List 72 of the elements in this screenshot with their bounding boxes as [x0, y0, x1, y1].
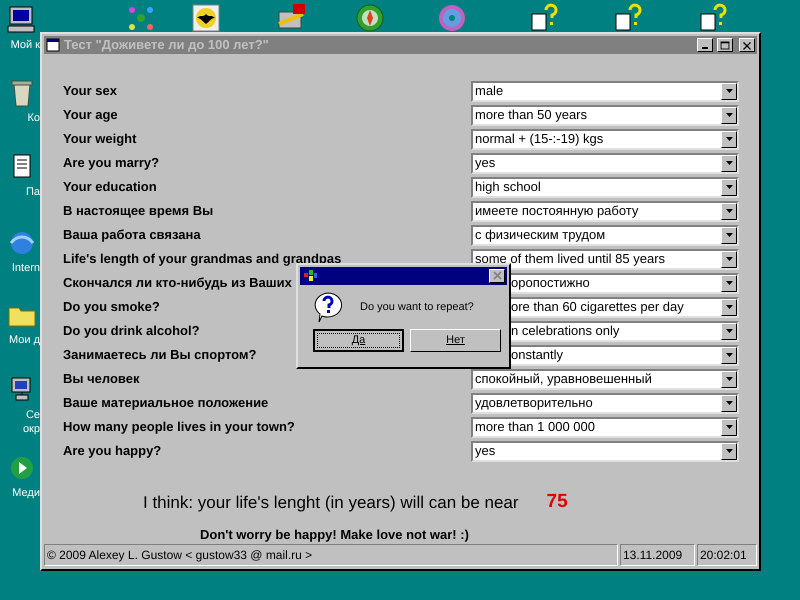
question-icon	[312, 291, 344, 323]
icon-label: Се окр	[22, 408, 40, 436]
icon-label: Ко	[26, 111, 40, 125]
dropdown[interactable]: спокойный, уравновешенный	[471, 368, 739, 390]
minimize-icon	[702, 47, 708, 49]
dropdown[interactable]: male	[471, 80, 739, 102]
dropdown[interactable]: yes	[471, 152, 739, 174]
dropdown-arrow-icon	[726, 113, 732, 117]
icon-label: Intern	[10, 261, 40, 275]
question-label: Скончался ли кто-нибудь из Ваших	[63, 274, 292, 292]
dropdown[interactable]: more than 50 years	[471, 104, 739, 126]
question-label: Are you marry?	[63, 154, 160, 172]
dropdown[interactable]: с физическим трудом	[471, 224, 739, 246]
question-label: Ваше материальное положение	[63, 394, 268, 412]
compass-icon[interactable]	[354, 2, 386, 32]
question-label: Your education	[63, 178, 157, 196]
question-label: Life's length of your grandmas and grandpas	[63, 250, 342, 268]
icon-label: Мои д	[8, 333, 40, 347]
question-label: How many people lives in your town?	[63, 418, 295, 436]
status-copyright: © 2009 Alexey L. Gustow < gustow33 @ mail.ru >	[44, 544, 618, 566]
dropdown[interactable]: имеете постоянную работу	[471, 200, 739, 222]
window-icon	[46, 38, 60, 52]
status-time: 20:02:01	[697, 544, 757, 566]
dropdown-arrow-icon	[726, 425, 732, 429]
dropdown[interactable]: high school	[471, 176, 739, 198]
result-text: I think: your life's lenght (in years) will can be near	[143, 492, 519, 514]
question-label: Вы человек	[63, 370, 140, 388]
dropdown[interactable]: some of them lived until 85 years	[471, 248, 739, 270]
app-icon	[302, 269, 318, 283]
status-date: 13.11.2009	[620, 544, 695, 566]
question-label: Занимаетесь ли Вы спортом?	[63, 346, 256, 364]
dropdown[interactable]: yes	[471, 440, 739, 462]
bat-stamp-icon[interactable]	[190, 2, 222, 32]
dialog-message: Do you want to repeat?	[360, 300, 474, 315]
question-label: Your age	[63, 106, 118, 124]
icon-label: Меди	[11, 486, 40, 500]
question-label: Your weight	[63, 130, 136, 148]
dropdown-arrow-icon	[726, 305, 732, 309]
icon-label: Па	[24, 185, 40, 199]
motto-text: Don't worry be happy! Make love not war! :)	[200, 526, 470, 544]
dropdown-arrow-icon	[726, 233, 732, 237]
question-label: Are you happy?	[63, 442, 162, 460]
dropdown-arrow-icon	[726, 257, 732, 261]
close-button[interactable]	[739, 38, 755, 52]
dropdown[interactable]: normal + (15-:-19) kgs	[471, 128, 739, 150]
dropdown-arrow-icon	[726, 161, 732, 165]
dropdown-arrow-icon	[726, 329, 732, 333]
dropdown-arrow-icon	[726, 89, 732, 93]
dropdown-arrow-icon	[726, 185, 732, 189]
dropdown[interactable]: more than 1 000 000	[471, 416, 739, 438]
question-label: В настоящее время Вы	[63, 202, 214, 220]
minimize-button[interactable]	[697, 38, 713, 52]
dropdown-arrow-icon	[726, 281, 732, 285]
maximize-icon	[718, 38, 732, 52]
close-button[interactable]	[489, 269, 505, 283]
icon-label: Мой к	[10, 38, 40, 52]
window-title: Тест "Доживете ли до 100 лет?"	[64, 36, 269, 54]
dropdown-arrow-icon	[726, 209, 732, 213]
dropdown-arrow-icon	[726, 353, 732, 357]
dropdown-arrow-icon	[726, 137, 732, 141]
dialog-button[interactable]: Нет	[410, 329, 501, 352]
question-label: Your sex	[63, 82, 117, 100]
dropdown-arrow-icon	[726, 377, 732, 381]
dialog-button[interactable]: Да	[313, 329, 404, 352]
result-value: 75	[546, 490, 568, 514]
dropdown-arrow-icon	[726, 449, 732, 453]
question-label: Do you drink alcohol?	[63, 322, 200, 340]
maximize-button[interactable]	[717, 38, 733, 52]
question-label: Do you smoke?	[63, 298, 160, 316]
dropdown-arrow-icon	[726, 401, 732, 405]
question-label: Ваша работа связана	[63, 226, 201, 244]
dropdown[interactable]: удовлетворительно	[471, 392, 739, 414]
